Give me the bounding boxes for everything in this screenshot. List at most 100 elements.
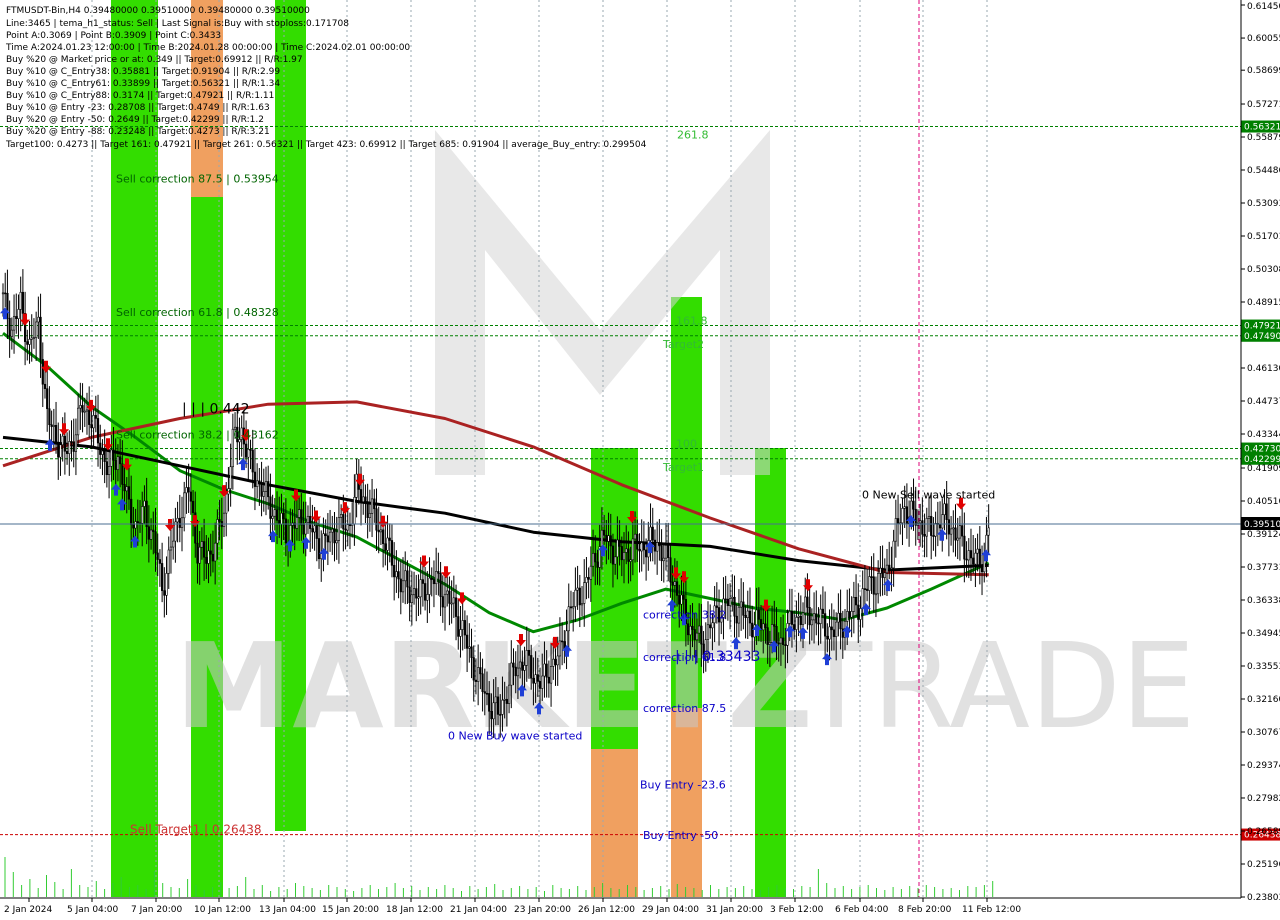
candle-body-443 xyxy=(980,566,984,573)
trading-chart[interactable]: MARKETZ TRADE 0.56321261.80.47921161.80.… xyxy=(0,0,1280,920)
y-tick-label-6: 0.53093 xyxy=(1247,199,1280,209)
candle-body-192 xyxy=(426,594,429,601)
annotation-8: correction 87.5 xyxy=(643,702,726,715)
candle-body-80 xyxy=(178,517,181,528)
level-label-3: 100 xyxy=(676,438,697,451)
header-line-6: Buy %10 @ C_Entry61: 0.33899 || Target:0… xyxy=(6,79,280,89)
candle-body-350 xyxy=(775,626,778,644)
candle-body-70 xyxy=(156,552,159,560)
level-tag-2: 0.47490 xyxy=(1244,332,1280,342)
candle-body-336 xyxy=(744,614,747,618)
candle-body-163 xyxy=(362,496,365,503)
candle-body-25 xyxy=(57,443,60,458)
candle-body-181 xyxy=(401,580,405,593)
candle-body-78 xyxy=(174,521,177,542)
candle-body-221 xyxy=(490,710,493,720)
candle-body-243 xyxy=(538,681,542,689)
candle-body-394 xyxy=(872,576,875,595)
candle-body-230 xyxy=(510,662,513,686)
candle-body-172 xyxy=(382,529,385,545)
candle-body-237 xyxy=(525,650,528,666)
level-label-0: 261.8 xyxy=(677,129,709,142)
candle-body-229 xyxy=(507,684,511,704)
candle-body-156 xyxy=(346,524,349,531)
candle-body-412 xyxy=(912,500,915,510)
candle-body-265 xyxy=(587,577,590,580)
candle-body-256 xyxy=(567,606,570,632)
candle-body-405 xyxy=(896,518,900,524)
candle-body-122 xyxy=(271,515,274,519)
candle-body-296 xyxy=(656,542,659,552)
candle-body-271 xyxy=(600,529,604,547)
candle-body-422 xyxy=(934,522,937,537)
candle-body-367 xyxy=(812,613,816,621)
candle-body-22 xyxy=(50,424,53,427)
candle-body-396 xyxy=(877,573,880,595)
candle-body-24 xyxy=(54,424,58,444)
candle-body-297 xyxy=(658,542,661,547)
header-line-3: Time A:2024.01.23 12:00:00 | Time B:2024… xyxy=(5,43,410,53)
candle-body-149 xyxy=(331,528,334,533)
candle-body-239 xyxy=(530,655,533,679)
candle-body-98 xyxy=(218,519,221,522)
candle-body-66 xyxy=(147,526,150,540)
x-tick-label-6: 18 Jan 12:00 xyxy=(386,905,443,915)
candle-body-245 xyxy=(543,663,546,677)
candle-body-378 xyxy=(837,612,840,623)
candle-body-26 xyxy=(59,444,62,458)
level-label-4: Target1 xyxy=(662,461,704,474)
candle-body-224 xyxy=(496,696,500,715)
candle-body-63 xyxy=(141,506,144,524)
candle-body-335 xyxy=(742,601,745,616)
y-tick-label-9: 0.48915 xyxy=(1247,298,1280,308)
x-tick-label-2: 7 Jan 20:00 xyxy=(131,905,183,915)
candle-body-316 xyxy=(700,625,703,645)
candle-body-65 xyxy=(145,500,148,528)
candle-body-398 xyxy=(881,567,884,578)
candle-body-64 xyxy=(143,500,146,507)
candle-body-174 xyxy=(386,537,389,551)
candle-body-29 xyxy=(65,450,69,454)
candle-body-231 xyxy=(512,662,515,668)
candle-body-20 xyxy=(46,388,49,410)
candle-body-246 xyxy=(545,663,548,678)
candle-body-189 xyxy=(419,579,422,598)
candle-body-404 xyxy=(894,518,897,542)
candle-body-218 xyxy=(483,691,486,694)
candle-body-162 xyxy=(359,489,363,503)
candle-body-206 xyxy=(457,616,460,637)
annotation-7: | | | 0.33433 xyxy=(675,649,760,665)
candle-body-167 xyxy=(370,498,374,514)
candle-body-408 xyxy=(903,506,906,509)
candle-body-56 xyxy=(125,486,128,492)
candle-body-214 xyxy=(474,679,478,682)
candle-body-7 xyxy=(17,309,20,319)
candle-body-251 xyxy=(556,655,559,666)
y-tick-label-16: 0.37731 xyxy=(1247,563,1280,573)
candle-body-144 xyxy=(320,553,323,560)
candle-body-6 xyxy=(15,316,18,319)
candle-body-1 xyxy=(4,292,7,295)
candle-body-442 xyxy=(978,548,981,568)
candle-body-365 xyxy=(808,606,811,626)
candle-body-60 xyxy=(134,521,137,529)
candle-body-54 xyxy=(121,463,124,485)
y-tick-label-5: 0.54486 xyxy=(1247,166,1280,176)
candle-body-154 xyxy=(342,514,345,530)
candle-body-77 xyxy=(172,540,175,548)
annotation-2: Sell correction 38.2 | 0.43162 xyxy=(116,428,279,441)
candle-body-363 xyxy=(804,596,807,614)
candle-body-191 xyxy=(424,583,427,601)
candle-body-397 xyxy=(879,567,882,574)
candle-body-440 xyxy=(974,552,977,565)
candle-body-273 xyxy=(605,534,608,542)
candle-body-173 xyxy=(384,543,387,551)
candle-body-227 xyxy=(503,698,506,701)
y-tick-label-11: 0.44737 xyxy=(1247,397,1280,407)
candle-body-295 xyxy=(653,539,657,552)
candle-body-281 xyxy=(622,552,626,561)
candle-body-346 xyxy=(766,627,769,645)
candle-body-284 xyxy=(629,559,632,562)
candle-body-272 xyxy=(603,529,606,536)
candle-body-420 xyxy=(930,515,933,536)
